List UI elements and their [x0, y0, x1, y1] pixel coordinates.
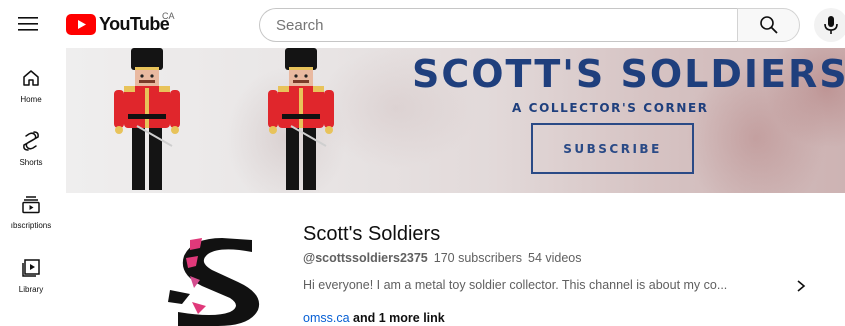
channel-name: Scott's Soldiers [303, 223, 441, 245]
sidebar-item-label: Shorts [19, 158, 43, 167]
sidebar-item-label: Home [20, 95, 42, 104]
toy-soldier-image [114, 48, 180, 190]
sidebar-item-home[interactable]: Home [0, 66, 62, 118]
shorts-icon [19, 129, 43, 153]
subscriber-count: 170 subscribers [433, 251, 522, 265]
sidebar-item-shorts[interactable]: Shorts [0, 129, 62, 181]
search-input[interactable] [260, 9, 737, 41]
logo-text: YouTube [99, 13, 170, 34]
chevron-right-icon[interactable] [794, 278, 808, 294]
search-box [259, 8, 737, 42]
channel-meta: @scottssoldiers2375 170 subscribers 54 vid… [303, 251, 582, 265]
channel-links: omss.ca and 1 more link [303, 311, 445, 325]
channel-avatar[interactable] [160, 232, 270, 326]
banner-title: SCOTT'S SOLDIERS [412, 52, 845, 96]
subscriptions-icon [19, 192, 43, 216]
sidebar-item-subscriptions[interactable]: ıbscriptions [0, 192, 62, 244]
more-links[interactable]: and 1 more link [353, 311, 445, 325]
youtube-logo[interactable]: YouTube [66, 12, 170, 36]
channel-banner: SCOTT'S SOLDIERS A COLLECTOR'S CORNER SU… [66, 48, 845, 193]
sidebar-item-label: Library [18, 285, 44, 294]
library-icon [19, 256, 43, 280]
search-button[interactable] [737, 8, 800, 42]
youtube-play-icon [66, 13, 96, 35]
sidebar-item-label: ıbscriptions [10, 221, 52, 230]
channel-link[interactable]: omss.ca [303, 311, 350, 325]
channel-handle: @scottssoldiers2375 [303, 251, 428, 265]
banner-subtitle: A COLLECTOR'S CORNER [512, 101, 709, 115]
banner-subscribe-button[interactable]: SUBSCRIBE [531, 123, 694, 174]
top-bar: YouTube CA [0, 0, 845, 48]
sidebar-item-library[interactable]: Library [0, 256, 62, 308]
search-icon [759, 16, 778, 34]
hamburger-menu-icon[interactable] [16, 12, 42, 36]
video-count: 54 videos [528, 251, 582, 265]
channel-description[interactable]: Hi everyone! I am a metal toy soldier co… [303, 278, 793, 292]
microphone-icon [824, 16, 838, 34]
country-code: CA [162, 11, 175, 21]
channel-logo-s-icon [168, 238, 260, 326]
toy-soldier-image [268, 48, 334, 190]
home-icon [19, 66, 43, 90]
voice-search-button[interactable] [814, 8, 845, 42]
